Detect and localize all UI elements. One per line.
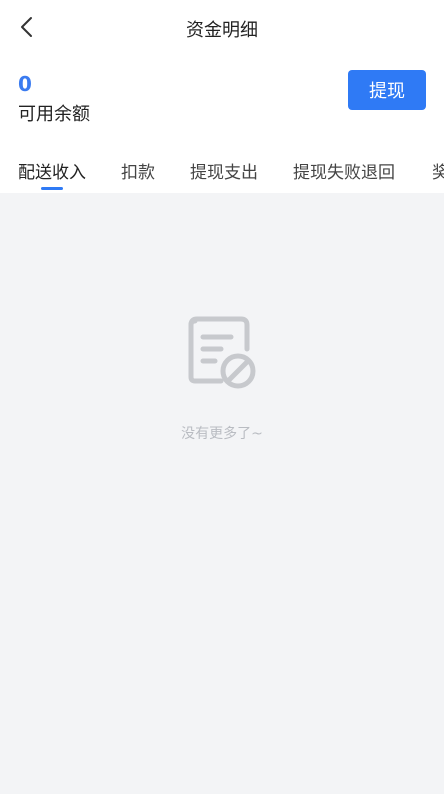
tab-reward[interactable]: 奖 [432, 158, 444, 183]
withdraw-button[interactable]: 提现 [348, 70, 426, 110]
page-title: 资金明细 [186, 20, 258, 41]
document-blocked-icon [188, 316, 256, 389]
tab-withdrawal-failed-refund[interactable]: 提现失败退回 [293, 158, 395, 183]
tab-deduction[interactable]: 扣款 [121, 158, 155, 183]
tab-delivery-income[interactable]: 配送收入 [18, 158, 86, 183]
category-tabs: 配送收入 扣款 提现支出 提现失败退回 奖 [0, 134, 444, 192]
active-tab-indicator [41, 187, 63, 190]
tab-withdrawal-expense[interactable]: 提现支出 [190, 158, 258, 183]
balance-section: 0 可用余额 提现 [0, 56, 444, 134]
list-content: 没有更多了~ [0, 193, 444, 794]
balance-label: 可用余额 [18, 104, 90, 125]
balance-amount: 0 [18, 72, 32, 96]
top-nav-bar: 资金明细 [0, 0, 444, 56]
empty-state-text: 没有更多了~ [181, 426, 263, 442]
